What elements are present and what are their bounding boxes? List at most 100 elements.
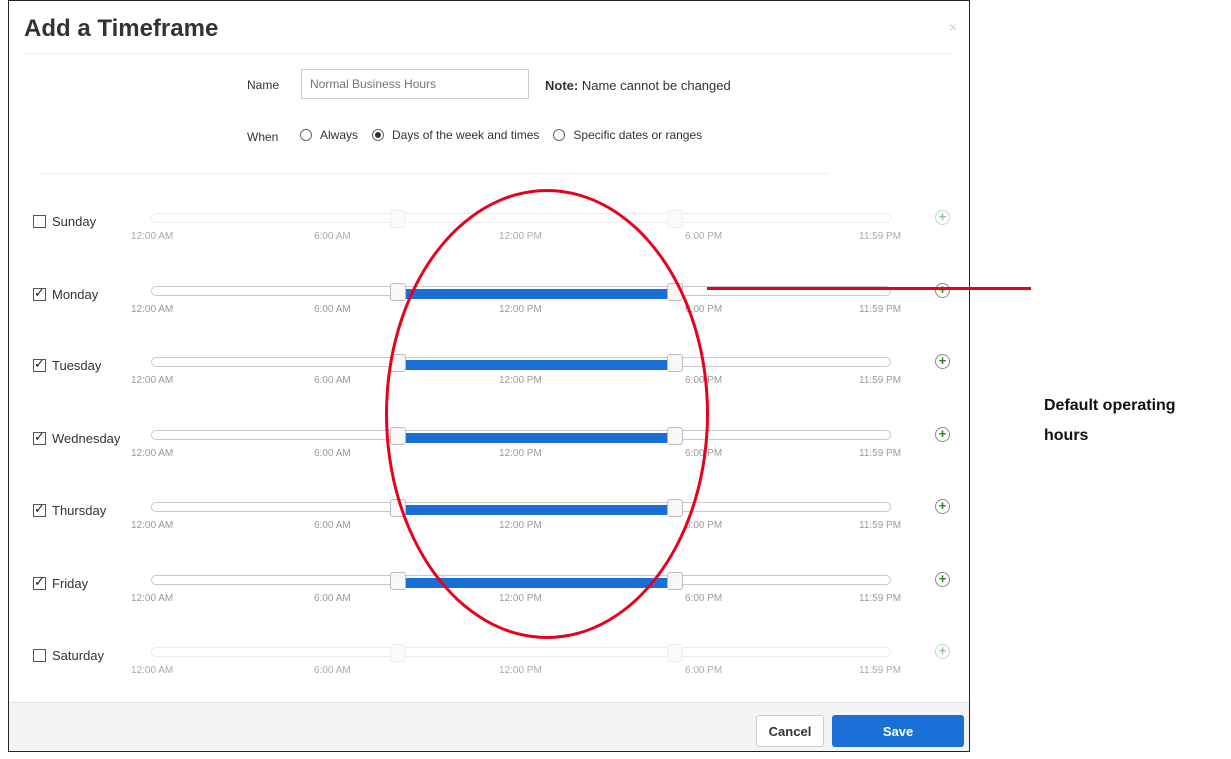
name-note: Note: Name cannot be changed (545, 78, 731, 93)
day-label: Friday (52, 576, 89, 591)
dialog-title: Add a Timeframe (24, 15, 219, 42)
tick-label: 6:00 AM (314, 375, 351, 386)
day-row-friday: Friday 12:00 AM 6:00 AM 12:00 PM 6:00 PM 11:5… (9, 572, 969, 617)
day-row-monday: Monday 12:00 AM 6:00 AM 12:00 PM 6:00 PM 11:5… (9, 283, 969, 328)
slider-handle-start[interactable] (389, 210, 406, 228)
time-range-fill (397, 360, 676, 370)
form-divider (39, 173, 829, 174)
slider-handle-end[interactable] (667, 354, 684, 372)
add-time-range-icon[interactable]: + (935, 210, 950, 225)
day-row-thursday: Thursday 12:00 AM 6:00 AM 12:00 PM 6:00 PM 11… (9, 499, 969, 544)
callout-line (707, 287, 1031, 290)
slider-handle-start[interactable] (389, 572, 406, 590)
day-checkbox[interactable] (33, 286, 46, 301)
add-time-range-icon[interactable]: + (935, 354, 950, 369)
tick-label: 6:00 PM (685, 665, 723, 676)
slider-handle-end[interactable] (667, 210, 684, 228)
add-time-range-icon[interactable]: + (935, 499, 950, 514)
slider-handle-start[interactable] (389, 283, 406, 301)
add-time-range-icon[interactable]: + (935, 644, 950, 659)
dialog-footer: Cancel Save (9, 702, 969, 751)
name-input[interactable] (301, 69, 529, 99)
slider-handle-start[interactable] (389, 427, 406, 445)
tick-label: 11:59 PM (859, 231, 902, 242)
tick-label: 11:59 PM (859, 593, 902, 604)
time-range-fill (397, 505, 676, 515)
radio-specific-dates[interactable] (553, 129, 566, 141)
when-option-label: Always (320, 128, 359, 142)
time-slider-track[interactable] (151, 213, 891, 223)
tick-label: 12:00 PM (499, 231, 542, 242)
slider-handle-start[interactable] (389, 354, 406, 372)
title-divider (24, 53, 954, 54)
when-radio-group: Always Days of the week and times Specif… (300, 128, 716, 142)
add-time-range-icon[interactable]: + (935, 427, 950, 442)
when-option-specific-dates[interactable]: Specific dates or ranges (553, 128, 702, 142)
tick-label: 6:00 PM (685, 520, 723, 531)
slider-handle-end[interactable] (667, 427, 684, 445)
day-row-saturday: Saturday 12:00 AM 6:00 AM 12:00 PM 6:00 PM 11… (9, 644, 969, 689)
tick-label: 6:00 AM (314, 665, 351, 676)
radio-always[interactable] (300, 129, 312, 141)
when-label: When (247, 130, 279, 144)
day-label: Sunday (52, 214, 97, 229)
day-checkbox[interactable] (33, 430, 46, 445)
slider-handle-start[interactable] (389, 644, 406, 662)
slider-handle-end[interactable] (667, 644, 684, 662)
tick-label: 6:00 AM (314, 231, 351, 242)
tick-label: 6:00 PM (685, 375, 723, 386)
tick-label: 6:00 PM (685, 231, 723, 242)
tick-label: 6:00 AM (314, 448, 351, 459)
time-slider-track[interactable] (151, 647, 891, 657)
when-option-always[interactable]: Always (300, 128, 358, 142)
tick-label: 12:00 PM (499, 593, 542, 604)
slider-handle-end[interactable] (667, 572, 684, 590)
tick-label: 12:00 AM (131, 231, 174, 242)
callout-label: Default operating hours (1044, 397, 1176, 444)
day-label: Monday (52, 287, 99, 302)
day-label: Thursday (52, 503, 107, 518)
day-checkbox[interactable] (33, 357, 46, 372)
day-row-sunday: Sunday 12:00 AM 6:00 AM 12:00 PM 6:00 PM 11:5… (9, 210, 969, 255)
close-icon[interactable]: × (949, 19, 957, 35)
add-time-range-icon[interactable]: + (935, 572, 950, 587)
tick-label: 12:00 PM (499, 520, 542, 531)
tick-label: 12:00 AM (131, 304, 174, 315)
tick-label: 12:00 AM (131, 375, 174, 386)
tick-label: 6:00 PM (685, 304, 723, 315)
time-range-fill (397, 578, 676, 588)
tick-label: 11:59 PM (859, 304, 902, 315)
tick-label: 12:00 PM (499, 448, 542, 459)
tick-label: 6:00 PM (685, 448, 723, 459)
tick-label: 11:59 PM (859, 448, 902, 459)
when-option-label: Days of the week and times (392, 128, 540, 142)
slider-handle-end[interactable] (667, 283, 684, 301)
day-checkbox[interactable] (33, 649, 46, 662)
day-checkbox[interactable] (33, 575, 46, 590)
time-range-fill (397, 433, 676, 443)
day-row-wednesday: Wednesday 12:00 AM 6:00 AM 12:00 PM 6:00 PM 1… (9, 427, 969, 472)
tick-label: 6:00 AM (314, 520, 351, 531)
slider-handle-end[interactable] (667, 499, 684, 517)
save-button[interactable]: Save (832, 715, 964, 747)
name-label: Name (247, 78, 280, 92)
cancel-button[interactable]: Cancel (756, 715, 824, 747)
tick-label: 12:00 AM (131, 665, 174, 676)
tick-label: 12:00 AM (131, 520, 174, 531)
when-option-days-of-week[interactable]: Days of the week and times (372, 128, 539, 142)
slider-handle-start[interactable] (389, 499, 406, 517)
time-range-fill (397, 289, 676, 299)
day-label: Saturday (52, 648, 105, 663)
tick-label: 6:00 PM (685, 593, 723, 604)
tick-label: 12:00 PM (499, 665, 542, 676)
day-checkbox[interactable] (33, 502, 46, 517)
radio-days-of-week[interactable] (372, 129, 385, 141)
tick-label: 12:00 PM (499, 375, 542, 386)
tick-label: 11:59 PM (859, 375, 902, 386)
add-time-range-icon[interactable]: + (935, 283, 950, 298)
day-checkbox[interactable] (33, 215, 46, 228)
tick-label: 6:00 AM (314, 593, 351, 604)
tick-label: 11:59 PM (859, 520, 902, 531)
add-timeframe-dialog: Add a Timeframe × Name Note: Name cannot… (8, 0, 970, 752)
tick-label: 12:00 PM (499, 304, 542, 315)
